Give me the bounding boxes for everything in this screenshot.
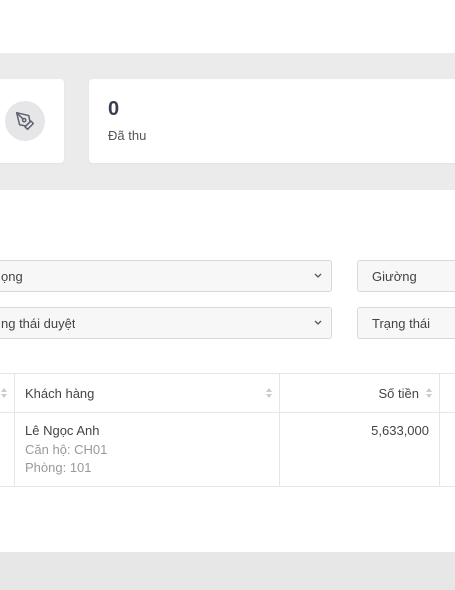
sort-icon[interactable] [0, 386, 8, 400]
bed-select-value: Giường [372, 268, 417, 284]
column-divider [439, 374, 440, 412]
building-select-value: ọng [1, 268, 23, 284]
chevron-down-icon [313, 316, 323, 333]
room-info: Phòng: 101 [25, 460, 92, 475]
main-panel: ọng ng thái duyệt Giường Trạng thái Khác… [0, 190, 455, 552]
column-divider [439, 412, 440, 486]
building-select[interactable]: ọng [0, 260, 332, 292]
table-row[interactable]: Lê Ngọc Anh Căn hộ: CH01 Phòng: 101 5,63… [0, 412, 455, 487]
sort-icon[interactable] [265, 386, 273, 400]
amount-column-header[interactable]: Số tiền [280, 374, 419, 412]
pen-tool-icon [5, 101, 45, 141]
bed-select[interactable]: Giường [357, 260, 455, 292]
paid-value: 0 [108, 98, 120, 120]
chevron-down-icon [313, 269, 323, 286]
stat-card-pending [0, 79, 64, 163]
top-bar [0, 0, 455, 53]
approval-status-select[interactable]: ng thái duyệt [0, 307, 332, 339]
stat-card-paid: 0 Đã thu [89, 79, 455, 163]
sort-icon[interactable] [425, 386, 433, 400]
status-select[interactable]: Trạng thái [357, 307, 455, 339]
paid-label: Đã thu [108, 128, 147, 143]
column-divider [14, 374, 15, 412]
column-divider [14, 412, 15, 486]
apartment-info: Căn hộ: CH01 [25, 442, 108, 457]
bottom-bar [0, 552, 455, 590]
approval-status-select-value: ng thái duyệt [1, 315, 76, 331]
customer-name: Lê Ngọc Anh [25, 423, 100, 438]
table-header: Khách hàng Số tiền [0, 373, 455, 413]
amount-value: 5,633,000 [371, 423, 429, 438]
customer-column-header[interactable]: Khách hàng [25, 374, 94, 412]
status-select-value: Trạng thái [372, 315, 431, 331]
